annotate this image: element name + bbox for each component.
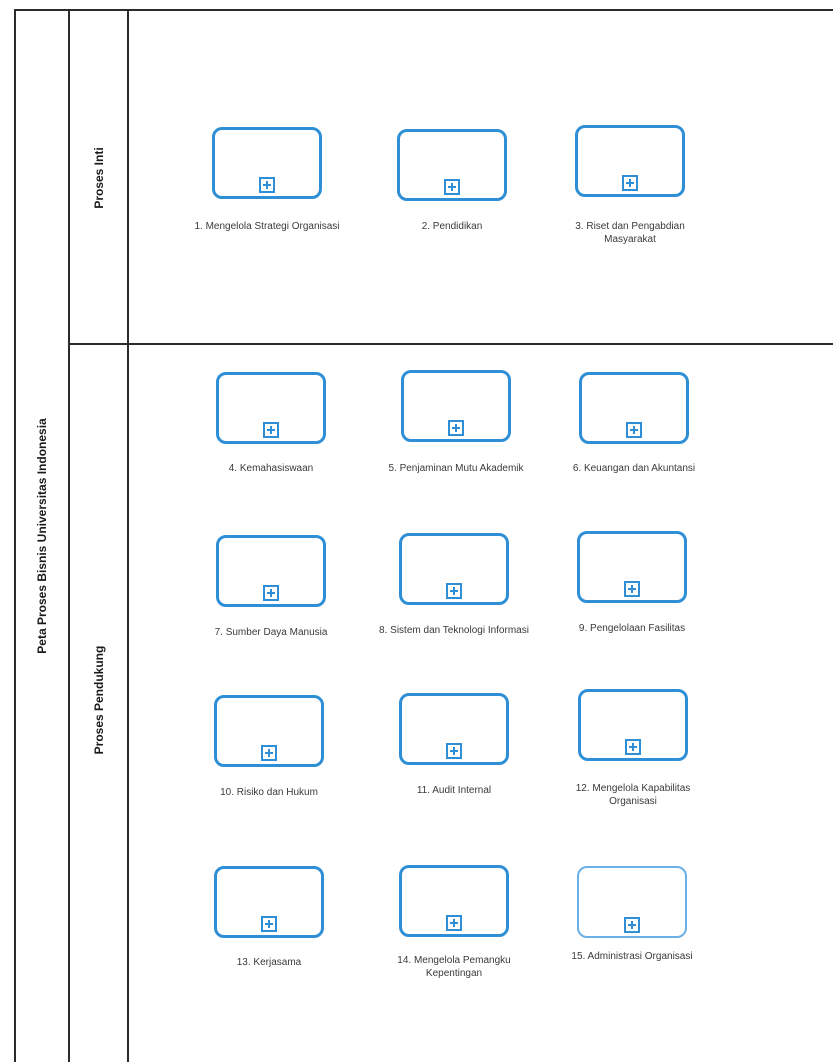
subprocess-plus-icon[interactable] xyxy=(259,177,275,193)
top-border xyxy=(14,9,833,11)
task-2-label: 2. Pendidikan xyxy=(421,221,483,232)
task-5[interactable] xyxy=(401,370,511,442)
subprocess-plus-icon[interactable] xyxy=(261,745,277,761)
subprocess-plus-icon[interactable] xyxy=(263,422,279,438)
task-12-label: 12. Mengelola Kapabilitas Organisasi xyxy=(575,783,691,807)
task-14-label: 14. Mengelola Pemangku Kepentingan xyxy=(397,955,511,979)
lane-separator xyxy=(68,343,833,345)
task-11[interactable] xyxy=(399,693,509,765)
task-5-label: 5. Penjaminan Mutu Akademik xyxy=(388,463,524,474)
task-8-label: 8. Sistem dan Teknologi Informasi xyxy=(379,625,529,636)
task-6[interactable] xyxy=(579,372,689,444)
pool-divider xyxy=(68,9,70,1062)
task-1-label: 1. Mengelola Strategi Organisasi xyxy=(194,221,340,232)
task-14[interactable] xyxy=(399,865,509,937)
task-8[interactable] xyxy=(399,533,509,605)
subprocess-plus-icon[interactable] xyxy=(444,179,460,195)
task-4[interactable] xyxy=(216,372,326,444)
subprocess-plus-icon[interactable] xyxy=(624,917,640,933)
subprocess-plus-icon[interactable] xyxy=(446,915,462,931)
task-12[interactable] xyxy=(578,689,688,761)
lane-title-core: Proses Inti xyxy=(92,147,106,209)
task-6-label: 6. Keuangan dan Akuntansi xyxy=(572,463,696,474)
lane-header-divider xyxy=(127,9,129,1062)
task-3-label: 3. Riset dan Pengabdian Masyarakat xyxy=(575,221,685,245)
task-7[interactable] xyxy=(216,535,326,607)
subprocess-plus-icon[interactable] xyxy=(263,585,279,601)
lane-title-support: Proses Pendukung xyxy=(92,645,106,755)
subprocess-plus-icon[interactable] xyxy=(448,420,464,436)
task-9-label: 9. Pengelolaan Fasilitas xyxy=(578,623,686,634)
task-13-label: 13. Kerjasama xyxy=(236,957,302,968)
subprocess-plus-icon[interactable] xyxy=(626,422,642,438)
subprocess-plus-icon[interactable] xyxy=(622,175,638,191)
task-15[interactable] xyxy=(577,866,687,938)
left-border xyxy=(14,9,16,1062)
task-7-label: 7. Sumber Daya Manusia xyxy=(214,627,328,638)
task-1[interactable] xyxy=(212,127,322,199)
task-13[interactable] xyxy=(214,866,324,938)
subprocess-plus-icon[interactable] xyxy=(625,739,641,755)
subprocess-plus-icon[interactable] xyxy=(624,581,640,597)
subprocess-plus-icon[interactable] xyxy=(446,743,462,759)
task-2[interactable] xyxy=(397,129,507,201)
task-10[interactable] xyxy=(214,695,324,767)
subprocess-plus-icon[interactable] xyxy=(446,583,462,599)
task-9[interactable] xyxy=(577,531,687,603)
task-15-label: 15. Administrasi Organisasi xyxy=(571,951,693,962)
subprocess-plus-icon[interactable] xyxy=(261,916,277,932)
task-11-label: 11. Audit Internal xyxy=(416,785,492,796)
task-3[interactable] xyxy=(575,125,685,197)
pool-title: Peta Proses Bisnis Universitas Indonesia xyxy=(35,418,49,654)
task-10-label: 10. Risiko dan Hukum xyxy=(220,787,318,798)
task-4-label: 4. Kemahasiswaan xyxy=(228,463,314,474)
